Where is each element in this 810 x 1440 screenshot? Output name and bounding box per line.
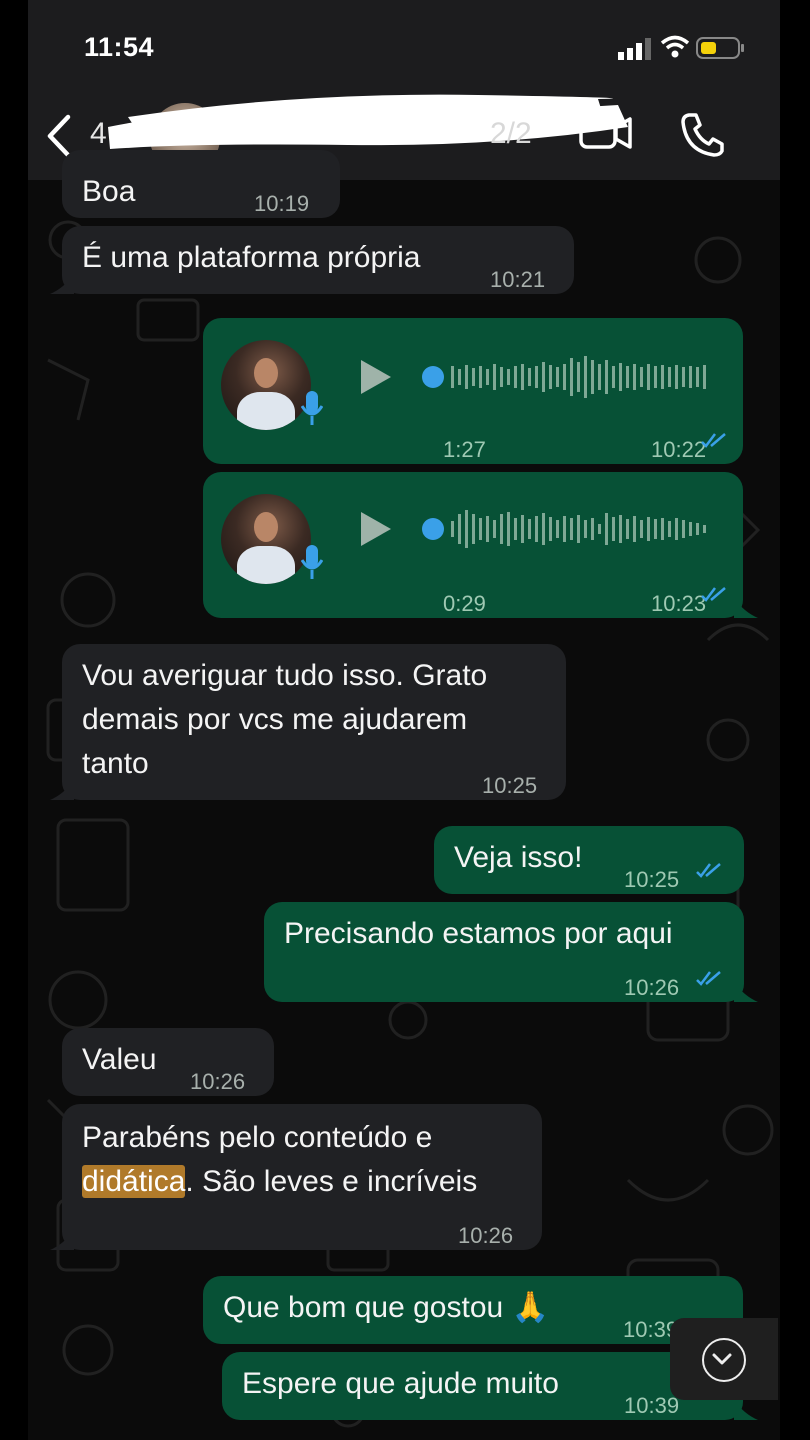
message-text: Espere que ajude muito [242,1367,559,1400]
microphone-icon [301,545,323,579]
message-incoming[interactable]: Boa 10:19 [62,150,340,218]
cellular-signal-icon [618,38,651,60]
play-icon[interactable] [359,510,393,548]
message-text: Boa [82,175,136,208]
double-check-icon [696,971,721,986]
status-bar: 11:54 [28,0,780,95]
message-outgoing[interactable]: Veja isso! 10:25 [434,826,744,894]
phone-icon[interactable] [680,111,724,157]
wifi-icon [660,35,690,58]
bubble-tail [734,982,758,1002]
play-icon[interactable] [359,358,393,396]
message-outgoing[interactable]: Espere que ajude muito 10:39 [222,1352,743,1420]
message-incoming[interactable]: Valeu 10:26 [62,1028,274,1096]
audio-waveform[interactable] [421,352,721,402]
video-call-icon[interactable] [578,113,634,153]
message-text: É uma plataforma própria [82,241,421,274]
audio-waveform[interactable] [421,504,721,554]
message-text-line: Parabéns pelo conteúdo e [82,1121,433,1154]
message-text-line: demais por vcs me ajudarem [82,703,468,736]
message-text-rest: . São leves e incríveis [185,1165,478,1198]
double-check-icon [696,863,721,878]
scroll-to-bottom-button[interactable] [670,1318,778,1400]
double-check-icon [701,587,726,602]
message-time: 10:22 [651,437,707,462]
message-text: Veja isso! [454,841,583,874]
voice-message-outgoing[interactable]: 0:29 10:23 [203,472,743,618]
message-text: Valeu [82,1043,157,1076]
message-outgoing[interactable]: Precisando estamos por aqui 10:26 [264,902,744,1002]
message-incoming[interactable]: É uma plataforma própria 10:21 [62,226,574,294]
message-time: 10:26 [458,1223,514,1248]
highlighted-word: didática [82,1165,186,1198]
sender-avatar [221,340,311,430]
chevron-down-icon [702,1338,746,1382]
audio-duration: 0:29 [443,591,486,616]
message-text: Que bom que gostou 🙏 [223,1286,549,1330]
message-time: 10:21 [490,267,546,292]
voice-message-outgoing[interactable]: 1:27 10:22 [203,318,743,464]
message-time: 10:23 [651,591,707,616]
message-incoming[interactable]: Parabéns pelo conteúdo e didática. São l… [62,1104,542,1250]
message-time: 10:25 [624,867,680,892]
message-incoming[interactable]: Vou averiguar tudo isso. Grato demais po… [62,644,566,800]
battery-icon [696,37,744,59]
microphone-icon [301,391,323,425]
message-time: 10:19 [254,191,310,216]
bubble-tail [50,780,74,800]
bubble-tail [50,1230,74,1250]
bubble-tail [734,598,758,618]
whatsapp-chat-screen: 11:54 4 2/2 Boa 10:19 É uma plataforma p… [28,0,780,1440]
message-text-line: didática. São leves e incríveis [82,1160,477,1204]
message-text-main: Que bom que gostou [223,1291,504,1324]
message-time: 10:25 [482,773,538,798]
audio-duration: 1:27 [443,437,486,462]
bubble-tail [50,274,74,294]
pray-emoji: 🙏 [511,1291,549,1324]
message-text-line: Vou averiguar tudo isso. Grato [82,659,488,692]
message-outgoing[interactable]: Que bom que gostou 🙏 10:39 [203,1276,743,1344]
contact-name-partial: 2/2 [490,117,532,150]
sender-avatar [221,494,311,584]
message-time: 10:26 [624,975,680,1000]
status-time: 11:54 [84,32,155,62]
message-time: 10:26 [190,1069,246,1094]
message-text: Precisando estamos por aqui [284,917,673,950]
message-text-line: tanto [82,747,149,780]
bubble-tail [734,1400,758,1420]
double-check-icon [701,433,726,448]
